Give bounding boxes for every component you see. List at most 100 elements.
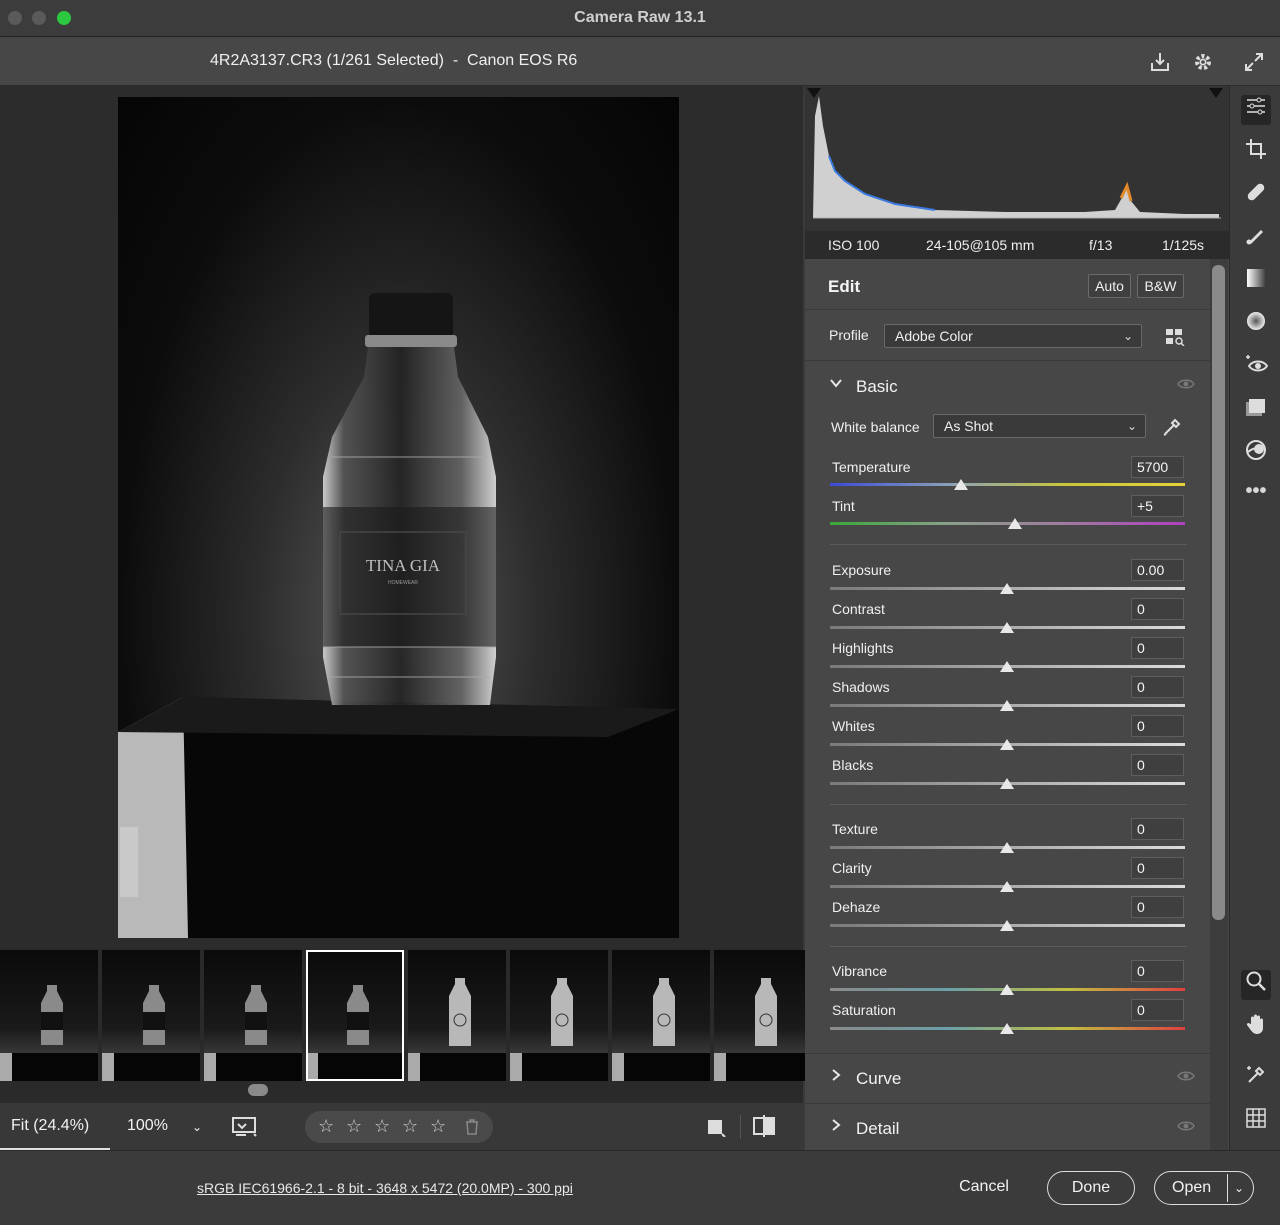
profile-browser-icon[interactable] — [1165, 328, 1185, 351]
curve-section-header[interactable]: Curve — [805, 1056, 1210, 1100]
tint-slider-thumb[interactable] — [1008, 518, 1022, 529]
blacks-slider-thumb[interactable] — [1000, 778, 1014, 789]
detail-section-header[interactable]: Detail — [805, 1106, 1210, 1150]
star-icon[interactable]: ☆ — [402, 1116, 418, 1137]
edit-sliders-icon[interactable] — [1241, 95, 1271, 125]
exposure-slider-thumb[interactable] — [1000, 583, 1014, 594]
star-icon[interactable]: ☆ — [430, 1116, 446, 1137]
vibrance-input[interactable]: 0 — [1131, 960, 1184, 982]
visibility-eye-icon[interactable] — [1177, 1119, 1197, 1133]
saturation-slider-thumb[interactable] — [1000, 1023, 1014, 1034]
temperature-slider-track[interactable] — [830, 483, 1185, 486]
histogram — [805, 86, 1229, 231]
linear-gradient-icon[interactable] — [1241, 267, 1271, 297]
contrast-input[interactable]: 0 — [1131, 598, 1184, 620]
star-icon[interactable]: ☆ — [374, 1116, 390, 1137]
done-button[interactable]: Done — [1047, 1171, 1135, 1205]
white-balance-select[interactable]: As Shot ⌄ — [933, 414, 1146, 438]
section-divider — [830, 946, 1187, 947]
before-after-single-icon[interactable] — [706, 1117, 726, 1142]
clarity-slider-thumb[interactable] — [1000, 881, 1014, 892]
texture-slider-thumb[interactable] — [1000, 842, 1014, 853]
exposure-input[interactable]: 0.00 — [1131, 559, 1184, 581]
zoom-100-button[interactable]: 100% — [127, 1117, 168, 1135]
file-header: 4R2A3137.CR3 (1/261 Selected) - Canon EO… — [0, 37, 1280, 86]
highlights-input[interactable]: 0 — [1131, 637, 1184, 659]
crop-icon[interactable] — [1241, 138, 1271, 168]
snapshots-icon[interactable] — [1241, 396, 1271, 426]
bw-button[interactable]: B&W — [1137, 274, 1184, 298]
open-button-label: Open — [1172, 1179, 1212, 1196]
temperature-input[interactable]: 5700 — [1131, 456, 1184, 478]
shadows-slider-thumb[interactable] — [1000, 700, 1014, 711]
texture-label: Texture — [832, 821, 878, 837]
eyedropper-icon[interactable] — [1161, 416, 1183, 443]
whites-label: Whites — [832, 718, 875, 734]
star-icon[interactable]: ☆ — [318, 1116, 334, 1137]
vibrance-label: Vibrance — [832, 963, 888, 979]
radial-filter-icon[interactable] — [1241, 310, 1271, 340]
save-icon[interactable] — [1148, 50, 1172, 74]
dehaze-slider-thumb[interactable] — [1000, 920, 1014, 931]
shadows-input[interactable]: 0 — [1131, 676, 1184, 698]
saturation-input[interactable]: 0 — [1131, 999, 1184, 1021]
color-sampler-icon[interactable] — [1241, 1064, 1271, 1094]
hand-icon[interactable] — [1241, 1013, 1271, 1043]
blacks-input[interactable]: 0 — [1131, 754, 1184, 776]
open-button-divider — [1227, 1174, 1228, 1202]
cancel-button[interactable]: Cancel — [944, 1171, 1024, 1205]
temperature-slider-thumb[interactable] — [954, 479, 968, 490]
tool-strip: ••• — [1229, 86, 1280, 1150]
tint-input[interactable]: +5 — [1131, 495, 1184, 517]
star-icon[interactable]: ☆ — [346, 1116, 362, 1137]
healing-icon[interactable] — [1241, 181, 1271, 211]
open-button[interactable]: Open ⌄ — [1154, 1171, 1254, 1205]
chevron-down-icon: ⌄ — [1126, 419, 1137, 433]
filmstrip-thumb[interactable] — [204, 950, 302, 1081]
filmstrip[interactable] — [0, 948, 812, 1102]
gear-icon[interactable] — [1191, 50, 1215, 74]
filmstrip-thumb-selected[interactable] — [306, 950, 404, 1081]
zoom-icon[interactable] — [1241, 970, 1271, 1000]
image-canvas[interactable]: TINA GIA HOMEWEAR — [0, 86, 803, 948]
whites-slider-thumb[interactable] — [1000, 739, 1014, 750]
filmstrip-options-icon[interactable] — [232, 1116, 258, 1143]
vibrance-slider-thumb[interactable] — [1000, 984, 1014, 995]
before-after-split-icon[interactable] — [752, 1115, 776, 1142]
dehaze-input[interactable]: 0 — [1131, 896, 1184, 918]
filmstrip-thumb[interactable] — [510, 950, 608, 1081]
chevron-right-icon — [829, 1118, 843, 1137]
filmstrip-thumb[interactable] — [612, 950, 710, 1081]
zoom-dropdown-chevron-icon[interactable]: ⌄ — [192, 1120, 202, 1134]
profile-select[interactable]: Adobe Color ⌄ — [884, 324, 1142, 348]
edit-header: Edit Auto B&W — [805, 259, 1210, 310]
section-divider — [805, 1053, 1210, 1054]
chevron-down-icon[interactable]: ⌄ — [1234, 1172, 1244, 1204]
auto-button[interactable]: Auto — [1088, 274, 1131, 298]
filmstrip-thumb[interactable] — [102, 950, 200, 1081]
presets-icon[interactable] — [1241, 439, 1271, 469]
filmstrip-thumb[interactable] — [0, 950, 98, 1081]
filmstrip-thumb[interactable] — [408, 950, 506, 1081]
fullscreen-icon[interactable] — [1242, 50, 1266, 74]
filmstrip-thumb[interactable] — [714, 950, 812, 1081]
texture-input[interactable]: 0 — [1131, 818, 1184, 840]
visibility-eye-icon[interactable] — [1177, 377, 1197, 391]
visibility-eye-icon[interactable] — [1177, 1069, 1197, 1083]
panel-scrollbar[interactable] — [1212, 265, 1225, 920]
grid-overlay-icon[interactable] — [1241, 1107, 1271, 1137]
whites-input[interactable]: 0 — [1131, 715, 1184, 737]
contrast-slider-thumb[interactable] — [1000, 622, 1014, 633]
highlights-slider-thumb[interactable] — [1000, 661, 1014, 672]
fit-zoom-button[interactable]: Fit (24.4%) — [11, 1117, 89, 1135]
filmstrip-scrollbar[interactable] — [248, 1084, 268, 1096]
exif-info: ISO 100 24-105@105 mm f/13 1/125s — [805, 231, 1229, 259]
basic-section-header[interactable]: Basic — [805, 364, 1210, 408]
more-options-icon[interactable]: ••• — [1241, 476, 1271, 506]
section-divider — [830, 804, 1187, 805]
red-eye-icon[interactable] — [1241, 353, 1271, 383]
brush-icon[interactable] — [1241, 224, 1271, 254]
workflow-options-link[interactable]: sRGB IEC61966-2.1 - 8 bit - 3648 x 5472 … — [197, 1180, 573, 1196]
trash-icon[interactable] — [465, 1119, 479, 1140]
clarity-input[interactable]: 0 — [1131, 857, 1184, 879]
